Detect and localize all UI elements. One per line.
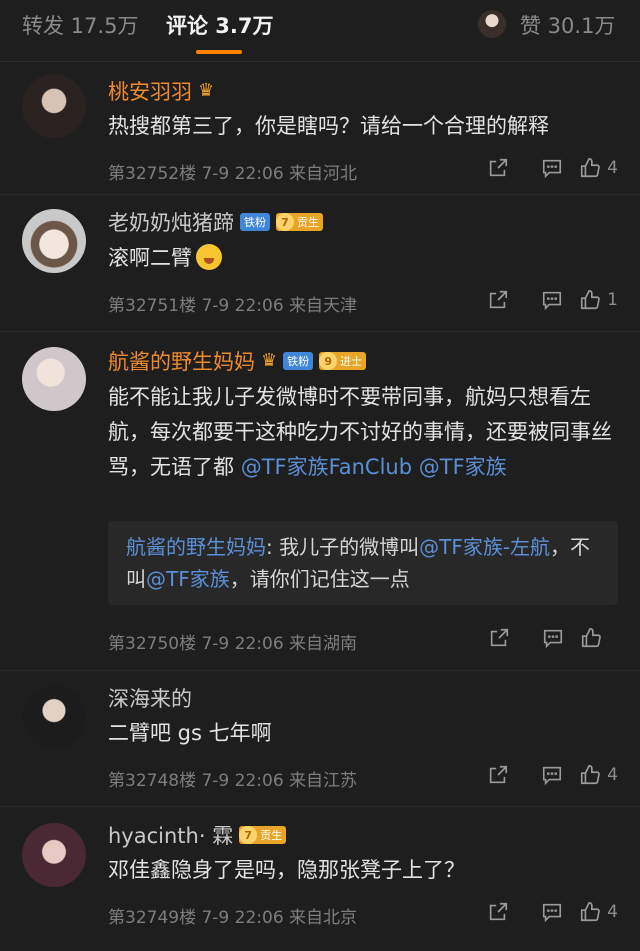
like-count: 4 [607, 158, 618, 178]
comment-header: hyacinth· 霖 7 贡生 [108, 820, 287, 850]
comment-item: 深海来的 二臂吧 gs 七年啊 第32748楼 7-9 22:06 来自江苏 4 [0, 671, 640, 807]
level-badge[interactable]: 7 贡生 [276, 213, 323, 231]
level-number: 7 [276, 213, 294, 231]
comment-actions: 4 [471, 898, 618, 926]
comment-icon [543, 159, 562, 179]
username[interactable]: 航酱的野生妈妈 [108, 346, 255, 376]
level-number: 7 [239, 826, 258, 844]
like-button[interactable]: 1 [579, 286, 618, 314]
comment-meta: 第32749楼 7-9 22:06 来自北京 [108, 908, 358, 928]
mention-link[interactable]: @TF家族 [146, 567, 230, 591]
like-button[interactable]: 4 [579, 898, 618, 926]
comment-header: 航酱的野生妈妈 ♛ 铁粉 9 进士 [108, 346, 367, 376]
thumbs-up-icon [581, 158, 600, 178]
comment-actions: 4 [471, 761, 618, 789]
username[interactable]: hyacinth· 霖 [108, 820, 233, 850]
crown-icon: ♛ [198, 80, 215, 101]
level-number: 9 [319, 352, 338, 370]
comment-header: 深海来的 [108, 683, 192, 713]
thumbs-up-icon [581, 765, 600, 785]
comment-item: 桃安羽羽 ♛ 热搜都第三了，你是瞎吗？请给一个合理的解释 第32752楼 7-9… [0, 62, 640, 195]
comment-item: 航酱的野生妈妈 ♛ 铁粉 9 进士 能不能让我儿子发微博时不要带同事，航妈只想看左… [0, 332, 640, 671]
comment-text-body: 滚啊二臂 [108, 246, 192, 270]
reply-button[interactable] [525, 154, 579, 182]
quoted-reply[interactable]: 航酱的野生妈妈: 我儿子的微博叫@TF家族-左航，不叫@TF家族，请你们记住这一… [108, 521, 618, 605]
level-badge[interactable]: 9 进士 [319, 352, 367, 370]
level-badge[interactable]: 7 贡生 [239, 826, 287, 844]
comment-text: 滚啊二臂 [108, 241, 614, 276]
share-button[interactable] [471, 154, 525, 182]
like-button[interactable] [580, 624, 618, 652]
share-button[interactable] [471, 286, 525, 314]
crown-icon: ♛ [261, 350, 278, 371]
share-button[interactable] [471, 898, 525, 926]
like-count: 1 [607, 290, 618, 310]
comment-item: hyacinth· 霖 7 贡生 邓佳鑫隐身了是吗，隐那张凳子上了？ 第32749… [0, 807, 640, 951]
share-icon [490, 628, 509, 647]
share-icon [490, 158, 508, 177]
avatar[interactable] [22, 823, 86, 887]
comment-text: 能不能让我儿子发微博时不要带同事，航妈只想看左航，每次都要干这种吃力不讨好的事情… [108, 380, 614, 485]
comment-header: 桃安羽羽 ♛ [108, 76, 214, 106]
like-count: 4 [607, 902, 618, 922]
share-icon [490, 902, 508, 921]
reply-button[interactable] [525, 761, 579, 789]
mention-link[interactable]: @TF家族-左航 [419, 535, 550, 559]
avatar[interactable] [22, 347, 86, 411]
comment-icon [543, 629, 563, 649]
level-title: 贡生 [260, 829, 283, 842]
like-button[interactable]: 4 [579, 761, 618, 789]
comment-meta: 第32752楼 7-9 22:06 来自河北 [108, 164, 358, 184]
comment-actions [472, 624, 618, 652]
username[interactable]: 桃安羽羽 [108, 76, 192, 106]
fan-badge[interactable]: 铁粉 [240, 213, 270, 231]
like-count: 4 [607, 765, 618, 785]
grin-emoji-icon [196, 244, 222, 270]
avatar[interactable] [478, 10, 506, 38]
comment-tabs-bar: 转发 17.5万 评论 3.7万 赞 30.1万 [0, 0, 640, 62]
username[interactable]: 深海来的 [108, 683, 192, 713]
reply-button[interactable] [525, 286, 579, 314]
tab-reposts[interactable]: 转发 17.5万 [22, 10, 138, 40]
thumbs-up-icon [581, 628, 601, 648]
level-title: 进士 [340, 355, 363, 368]
share-button[interactable] [472, 624, 526, 652]
avatar[interactable] [22, 685, 86, 749]
share-icon [490, 765, 508, 784]
comment-icon [543, 291, 562, 311]
comment-actions: 1 [471, 286, 618, 314]
quote-text: ，请你们记住这一点 [229, 567, 410, 591]
comment-header: 老奶奶炖猪蹄 铁粉 7 贡生 [108, 207, 323, 237]
comment-text: 二臂吧 gs 七年啊 [108, 721, 272, 745]
quote-text: : 我儿子的微博叫 [266, 535, 420, 559]
quote-username[interactable]: 航酱的野生妈妈 [126, 535, 266, 559]
avatar[interactable] [22, 74, 86, 138]
like-button[interactable]: 4 [579, 154, 618, 182]
comment-text: 邓佳鑫隐身了是吗，隐那张凳子上了？ [108, 858, 465, 882]
comment-icon [543, 903, 562, 923]
level-title: 贡生 [297, 216, 319, 229]
comment-meta: 第32751楼 7-9 22:06 来自天津 [108, 296, 358, 316]
comment-text: 热搜都第三了，你是瞎吗？请给一个合理的解释 [108, 114, 549, 138]
fan-badge[interactable]: 铁粉 [283, 352, 314, 370]
tab-comments[interactable]: 评论 3.7万 [166, 10, 274, 40]
thumbs-up-icon [581, 290, 600, 310]
comment-actions: 4 [471, 154, 618, 182]
share-button[interactable] [471, 761, 525, 789]
mention-link[interactable]: @TF家族 [419, 455, 507, 479]
mention-link[interactable]: @TF家族FanClub [241, 455, 412, 479]
comment-icon [543, 766, 562, 786]
reply-button[interactable] [525, 898, 579, 926]
comment-meta: 第32748楼 7-9 22:06 来自江苏 [108, 771, 358, 791]
reply-button[interactable] [526, 624, 580, 652]
thumbs-up-icon [581, 902, 600, 922]
tab-likes[interactable]: 赞 30.1万 [520, 10, 615, 40]
username[interactable]: 老奶奶炖猪蹄 [108, 207, 234, 237]
comment-item: 老奶奶炖猪蹄 铁粉 7 贡生 滚啊二臂 第32751楼 7-9 22:06 来自天… [0, 195, 640, 332]
comment-meta: 第32750楼 7-9 22:06 来自湖南 [108, 634, 358, 654]
active-tab-indicator [196, 50, 242, 54]
share-icon [490, 290, 508, 309]
avatar[interactable] [22, 209, 86, 273]
